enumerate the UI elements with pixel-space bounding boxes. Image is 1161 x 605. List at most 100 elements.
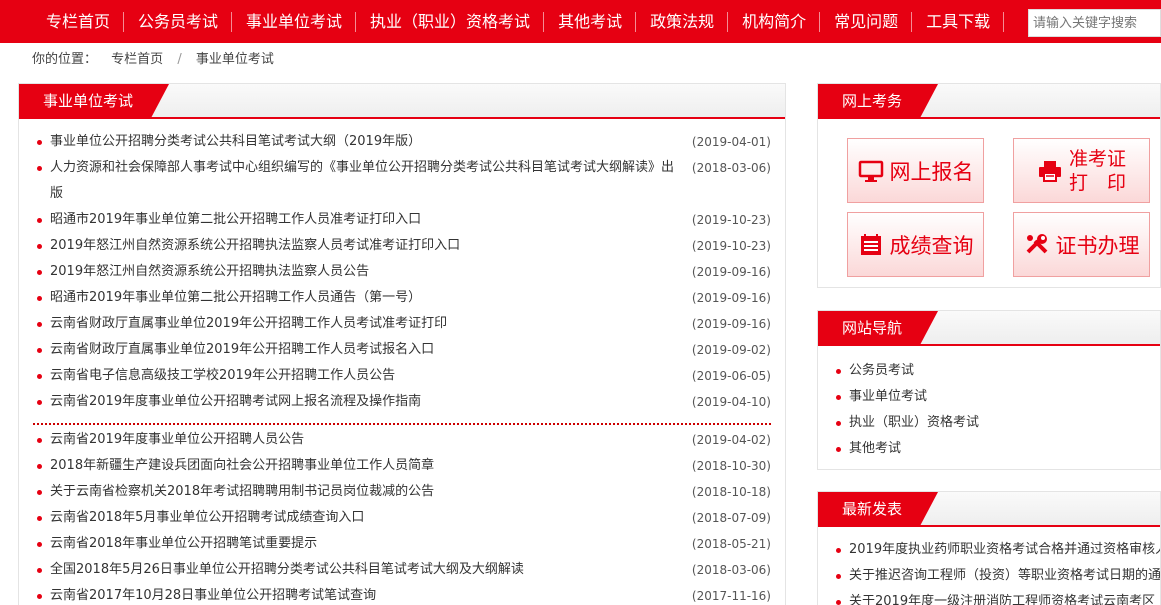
monitor-icon: [858, 160, 883, 182]
score-query-label: 成绩查询: [889, 233, 974, 258]
nav-item-home[interactable]: 专栏首页: [0, 0, 125, 43]
news-item[interactable]: 云南省财政厅直属事业单位2019年公开招聘工作人员考试报名入口 (2019-09-…: [33, 337, 771, 363]
site-nav-panel: 网站导航 公务员考试 事业单位考试 执业（职业）资格考试 其他考试: [817, 310, 1161, 470]
news-item[interactable]: 昭通市2019年事业单位第二批公开招聘工作人员准考证打印入口 (2019-10-2…: [33, 207, 771, 233]
news-item[interactable]: 云南省2019年度事业单位公开招聘人员公告 (2019-04-02): [33, 427, 771, 453]
news-date: (2019-06-05): [691, 369, 771, 383]
breadcrumb: 你的位置： 专栏首页 / 事业单位考试: [32, 48, 284, 67]
news-title-link[interactable]: 云南省电子信息高级技工学校2019年公开招聘工作人员公告: [50, 363, 692, 389]
latest-posts-header: 最新发表: [818, 492, 1160, 527]
online-register-button[interactable]: 网上报名: [847, 138, 984, 203]
news-item[interactable]: 云南省2017年10月28日事业单位公开招聘考试笔试查询 (2017-11-16): [33, 583, 771, 605]
news-title-link[interactable]: 云南省2019年度事业单位公开招聘人员公告: [50, 427, 692, 453]
admit-card-label-line2: 打 印: [1068, 171, 1126, 194]
news-item[interactable]: 云南省财政厅直属事业单位2019年公开招聘工作人员考试准考证打印 (2019-09…: [33, 311, 771, 337]
news-title-link[interactable]: 人力资源和社会保障部人事考试中心组织编写的《事业单位公开招聘分类考试公共科目笔试…: [50, 155, 692, 207]
search-input[interactable]: [1028, 9, 1161, 37]
printer-icon: [1038, 160, 1061, 182]
site-nav-item-qualification[interactable]: 执业（职业）资格考试: [836, 410, 1160, 436]
news-title-link[interactable]: 云南省2017年10月28日事业单位公开招聘考试笔试查询: [50, 583, 692, 605]
news-item[interactable]: 事业单位公开招聘分类考试公共科目笔试考试大纲（2019年版） (2019-04-0…: [33, 129, 771, 155]
news-title-link[interactable]: 2018年新疆生产建设兵团面向社会公开招聘事业单位工作人员简章: [50, 453, 692, 479]
news-title-link[interactable]: 云南省财政厅直属事业单位2019年公开招聘工作人员考试报名入口: [50, 337, 692, 363]
online-exam-panel: 网上考务 网上报名 准考证 打 印 成绩查询 证书办理: [817, 83, 1161, 288]
news-list-recent: 事业单位公开招聘分类考试公共科目笔试考试大纲（2019年版） (2019-04-0…: [19, 119, 785, 415]
nav-item-public-institution[interactable]: 事业单位考试: [232, 0, 357, 43]
breadcrumb-prefix: 你的位置：: [32, 52, 98, 67]
site-nav-title: 网站导航: [818, 311, 939, 345]
news-date: (2019-10-23): [691, 239, 771, 253]
site-nav-item-public-institution[interactable]: 事业单位考试: [836, 384, 1160, 410]
news-item[interactable]: 云南省2018年事业单位公开招聘笔试重要提示 (2018-05-21): [33, 531, 771, 557]
admit-card-label-line1: 准考证: [1068, 147, 1126, 170]
news-date: (2019-04-02): [691, 433, 771, 447]
exam-panel-header: 网上考务: [818, 84, 1160, 119]
news-title-link[interactable]: 云南省2018年5月事业单位公开招聘考试成绩查询入口: [50, 505, 692, 531]
news-title-link[interactable]: 关于云南省检察机关2018年考试招聘聘用制书记员岗位裁减的公告: [50, 479, 692, 505]
latest-post-item[interactable]: 关于2019年度一级注册消防工程师资格考试云南考区: [836, 589, 1160, 605]
news-title-link[interactable]: 2019年怒江州自然资源系统公开招聘执法监察人员公告: [50, 259, 692, 285]
breadcrumb-separator: /: [177, 52, 182, 67]
site-nav-list: 公务员考试 事业单位考试 执业（职业）资格考试 其他考试: [818, 346, 1160, 462]
news-date: (2018-10-30): [691, 459, 771, 473]
news-title-link[interactable]: 云南省2018年事业单位公开招聘笔试重要提示: [50, 531, 692, 557]
latest-post-item[interactable]: 2019年度执业药师职业资格考试合格并通过资格审核人员名单: [836, 537, 1160, 563]
latest-posts-title: 最新发表: [818, 492, 939, 526]
nav-item-policy[interactable]: 政策法规: [636, 0, 729, 43]
online-register-label: 网上报名: [889, 159, 974, 184]
main-news-panel: 事业单位考试 事业单位公开招聘分类考试公共科目笔试考试大纲（2019年版） (20…: [18, 83, 786, 605]
latest-post-item[interactable]: 关于推迟咨询工程师（投资）等职业资格考试日期的通知: [836, 563, 1160, 589]
news-date: (2018-07-09): [691, 511, 771, 525]
admit-card-label: 准考证 打 印: [1069, 147, 1126, 195]
news-date: (2019-10-23): [691, 213, 771, 227]
news-item[interactable]: 全国2018年5月26日事业单位公开招聘分类考试公共科目笔试考试大纲及大纲解读(…: [33, 557, 771, 583]
breadcrumb-home-link[interactable]: 专栏首页: [111, 52, 163, 67]
news-title-link[interactable]: 全国2018年5月26日事业单位公开招聘分类考试公共科目笔试考试大纲及大纲解读: [50, 557, 692, 583]
exam-panel-title: 网上考务: [818, 84, 939, 118]
nav-item-other-exams[interactable]: 其他考试: [544, 0, 637, 43]
certificate-label: 证书办理: [1055, 233, 1140, 258]
latest-posts-list: 2019年度执业药师职业资格考试合格并通过资格审核人员名单 关于推迟咨询工程师（…: [818, 527, 1160, 605]
tools-icon: [1026, 233, 1047, 253]
news-item[interactable]: 云南省2019年度事业单位公开招聘考试网上报名流程及操作指南 (2019-04-1…: [33, 389, 771, 415]
news-date: (2017-11-16): [691, 589, 771, 603]
news-date: (2019-09-16): [691, 317, 771, 331]
news-item[interactable]: 2018年新疆生产建设兵团面向社会公开招聘事业单位工作人员简章 (2018-10-…: [33, 453, 771, 479]
nav-item-faq[interactable]: 常见问题: [820, 0, 913, 43]
news-date: (2019-04-10): [691, 395, 771, 409]
news-item[interactable]: 关于云南省检察机关2018年考试招聘聘用制书记员岗位裁减的公告 (2018-10-…: [33, 479, 771, 505]
admit-card-print-button[interactable]: 准考证 打 印: [1013, 138, 1150, 203]
score-query-button[interactable]: 成绩查询: [847, 212, 984, 277]
news-item[interactable]: 云南省电子信息高级技工学校2019年公开招聘工作人员公告 (2019-06-05): [33, 363, 771, 389]
news-date: (2019-04-01): [691, 135, 771, 149]
nav-item-qualification[interactable]: 执业（职业）资格考试: [356, 0, 545, 43]
nav-item-downloads[interactable]: 工具下载: [912, 0, 1005, 43]
top-nav: 专栏首页 公务员考试 事业单位考试 执业（职业）资格考试 其他考试 政策法规 机…: [0, 0, 1161, 43]
news-title-link[interactable]: 事业单位公开招聘分类考试公共科目笔试考试大纲（2019年版）: [50, 129, 692, 155]
certificate-button[interactable]: 证书办理: [1013, 212, 1150, 277]
news-date: (2018-05-21): [691, 537, 771, 551]
site-nav-item-civil-service[interactable]: 公务员考试: [836, 358, 1160, 384]
list-divider: [33, 423, 771, 425]
news-title-link[interactable]: 云南省财政厅直属事业单位2019年公开招聘工作人员考试准考证打印: [50, 311, 692, 337]
news-date: (2019-09-16): [691, 265, 771, 279]
news-item[interactable]: 人力资源和社会保障部人事考试中心组织编写的《事业单位公开招聘分类考试公共科目笔试…: [33, 155, 771, 207]
main-panel-title: 事业单位考试: [19, 84, 170, 118]
news-item[interactable]: 昭通市2019年事业单位第二批公开招聘工作人员通告（第一号） (2019-09-1…: [33, 285, 771, 311]
news-date: (2018-03-06): [691, 563, 771, 577]
news-title-link[interactable]: 2019年怒江州自然资源系统公开招聘执法监察人员考试准考证打印入口: [50, 233, 692, 259]
news-title-link[interactable]: 昭通市2019年事业单位第二批公开招聘工作人员准考证打印入口: [50, 207, 692, 233]
site-nav-item-other[interactable]: 其他考试: [836, 436, 1160, 462]
latest-posts-panel: 最新发表 2019年度执业药师职业资格考试合格并通过资格审核人员名单 关于推迟咨…: [817, 491, 1161, 605]
news-item[interactable]: 2019年怒江州自然资源系统公开招聘执法监察人员公告 (2019-09-16): [33, 259, 771, 285]
nav-item-about[interactable]: 机构简介: [728, 0, 821, 43]
breadcrumb-current: 事业单位考试: [195, 52, 274, 67]
news-title-link[interactable]: 云南省2019年度事业单位公开招聘考试网上报名流程及操作指南: [50, 389, 692, 415]
news-item[interactable]: 云南省2018年5月事业单位公开招聘考试成绩查询入口 (2018-07-09): [33, 505, 771, 531]
main-panel-header: 事业单位考试: [19, 84, 785, 119]
nav-item-civil-service[interactable]: 公务员考试: [124, 0, 233, 43]
news-date: (2018-03-06): [691, 161, 771, 175]
news-title-link[interactable]: 昭通市2019年事业单位第二批公开招聘工作人员通告（第一号）: [50, 285, 692, 311]
news-date: (2019-09-16): [691, 291, 771, 305]
news-item[interactable]: 2019年怒江州自然资源系统公开招聘执法监察人员考试准考证打印入口 (2019-1…: [33, 233, 771, 259]
